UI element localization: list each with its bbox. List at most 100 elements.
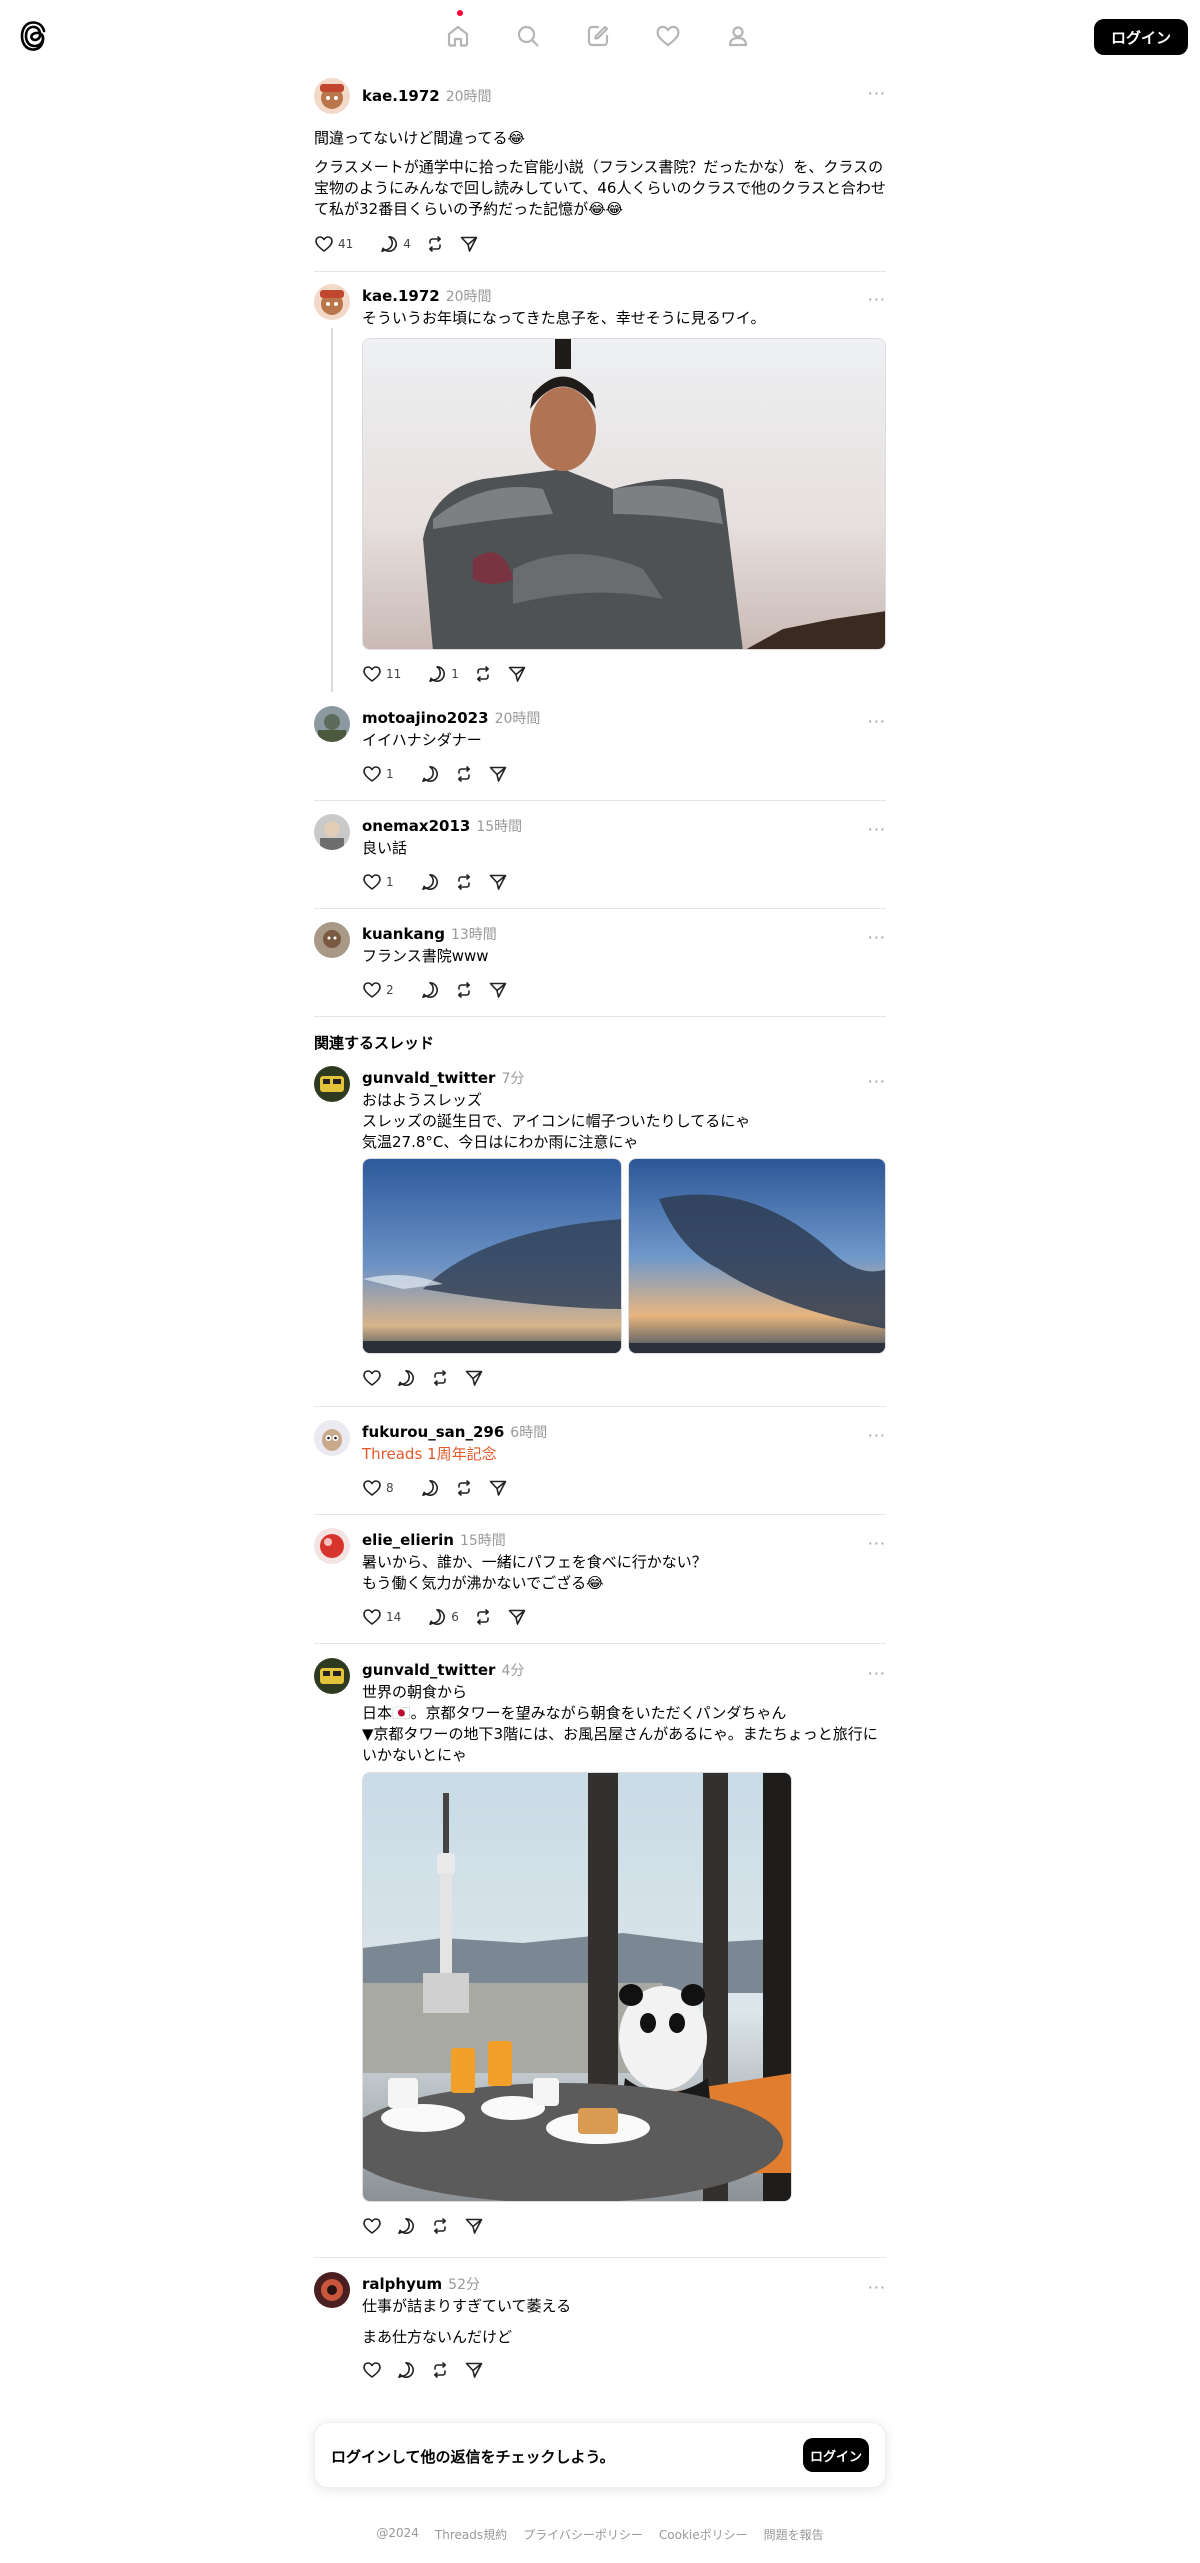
username[interactable]: kae.1972 [362,287,440,305]
repost-button[interactable] [454,1478,474,1498]
more-options-icon[interactable]: ··· [868,1426,886,1445]
username[interactable]: kuankang [362,925,445,943]
timestamp[interactable]: 4分 [501,1660,524,1680]
footer-cookie-link[interactable]: Cookieポリシー [657,2526,750,2543]
avatar[interactable] [314,814,350,850]
post-image[interactable] [362,1772,792,2202]
like-button[interactable]: 1 [362,764,394,784]
more-options-icon[interactable]: ··· [868,712,886,731]
like-button[interactable] [362,2360,382,2380]
avatar[interactable] [314,706,350,742]
timestamp[interactable]: 15時間 [460,1530,506,1550]
more-options-icon[interactable]: ··· [868,1534,886,1553]
avatar[interactable] [314,1420,350,1456]
more-options-icon[interactable]: ··· [868,1072,886,1091]
login-button[interactable]: ログイン [1094,19,1188,55]
username[interactable]: ralphyum [362,2275,442,2293]
reply-button[interactable] [420,764,440,784]
username[interactable]: onemax2013 [362,817,470,835]
profile-icon[interactable] [720,18,756,54]
repost-button[interactable] [430,2216,450,2236]
timestamp[interactable]: 7分 [501,1068,524,1088]
repost-button[interactable] [473,664,493,684]
more-options-icon[interactable]: ··· [868,1664,886,1683]
share-button[interactable] [488,980,508,1000]
avatar[interactable] [314,284,350,320]
footer-terms-link[interactable]: Threads規約 [433,2526,509,2543]
reply-button[interactable] [396,2360,416,2380]
share-button[interactable] [464,2360,484,2380]
like-button[interactable]: 8 [362,1478,394,1498]
reply-button[interactable] [396,2216,416,2236]
login-prompt-button[interactable]: ログイン [803,2438,869,2472]
reply-button[interactable]: 1 [427,664,459,684]
avatar[interactable] [314,2272,350,2308]
username[interactable]: gunvald_twitter [362,1661,495,1679]
post-image[interactable] [362,338,886,650]
username[interactable]: motoajino2023 [362,709,489,727]
like-button[interactable] [362,2216,382,2236]
reply-button[interactable]: 4 [379,234,411,254]
username[interactable]: fukurou_san_296 [362,1423,504,1441]
share-icon [464,2360,484,2380]
avatar[interactable] [314,78,350,114]
share-button[interactable] [488,764,508,784]
like-button[interactable]: 14 [362,1607,401,1627]
anniversary-badge-text[interactable]: Threads 1周年記念 [362,1444,886,1465]
timestamp[interactable]: 15時間 [476,816,522,836]
more-options-icon[interactable]: ··· [868,820,886,839]
repost-button[interactable] [454,872,474,892]
reply-button[interactable] [420,980,440,1000]
avatar[interactable] [314,1528,350,1564]
post-image[interactable] [362,1158,622,1354]
repost-button[interactable] [454,764,474,784]
username[interactable]: kae.1972 [362,87,440,105]
heart-icon[interactable] [650,18,686,54]
reply-button[interactable]: 6 [427,1607,459,1627]
footer-report-link[interactable]: 問題を報告 [762,2526,826,2543]
share-button[interactable] [507,1607,527,1627]
repost-button[interactable] [425,234,445,254]
compose-icon[interactable] [580,18,616,54]
threads-logo-icon[interactable] [18,18,50,54]
share-button[interactable] [507,664,527,684]
footer-privacy-link[interactable]: プライバシーポリシー [521,2526,645,2543]
heart-icon [362,1478,382,1498]
timestamp[interactable]: 20時間 [446,86,492,106]
repost-button[interactable] [473,1607,493,1627]
timestamp[interactable]: 52分 [448,2274,480,2294]
timestamp[interactable]: 20時間 [495,708,541,728]
avatar[interactable] [314,922,350,958]
reply-button[interactable] [420,1478,440,1498]
timestamp[interactable]: 13時間 [451,924,497,944]
reply-button[interactable] [420,872,440,892]
share-button[interactable] [488,872,508,892]
like-button[interactable]: 1 [362,872,394,892]
timestamp[interactable]: 6時間 [510,1422,547,1442]
more-options-icon[interactable]: ··· [868,290,886,309]
username[interactable]: elie_elierin [362,1531,454,1549]
share-button[interactable] [459,234,479,254]
share-button[interactable] [464,2216,484,2236]
username[interactable]: gunvald_twitter [362,1069,495,1087]
post-actions: 14 6 [362,1607,527,1627]
share-button[interactable] [464,1368,484,1388]
repost-button[interactable] [430,2360,450,2380]
repost-button[interactable] [430,1368,450,1388]
timestamp[interactable]: 20時間 [446,286,492,306]
search-icon[interactable] [510,18,546,54]
more-options-icon[interactable]: ··· [868,928,886,947]
like-button[interactable]: 41 [314,234,353,254]
avatar[interactable] [314,1066,350,1102]
reply-button[interactable] [396,1368,416,1388]
more-options-icon[interactable]: ··· [868,84,886,103]
avatar[interactable] [314,1658,350,1694]
share-button[interactable] [488,1478,508,1498]
like-button[interactable]: 11 [362,664,401,684]
repost-button[interactable] [454,980,474,1000]
home-icon[interactable] [440,18,476,54]
like-button[interactable]: 2 [362,980,394,1000]
post-image[interactable] [628,1158,886,1354]
more-options-icon[interactable]: ··· [868,2278,886,2297]
like-button[interactable] [362,1368,382,1388]
